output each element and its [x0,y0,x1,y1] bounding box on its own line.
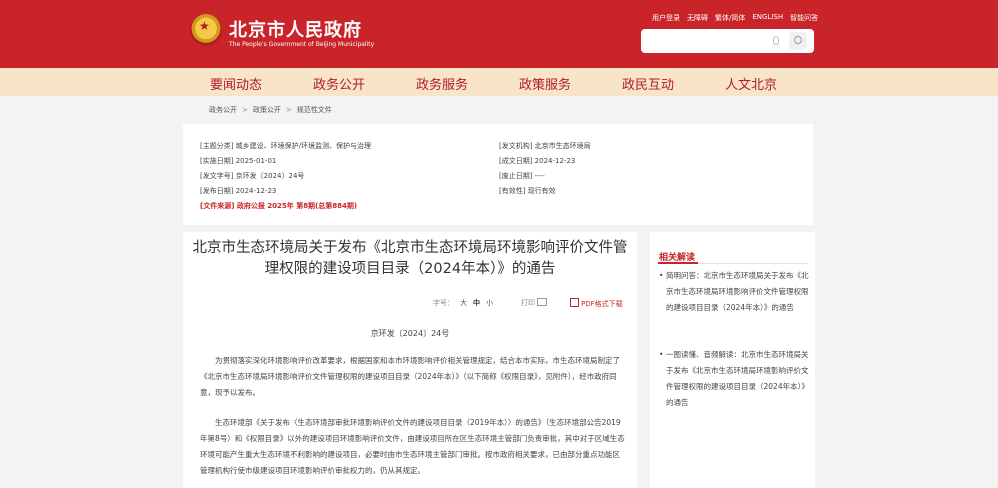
divider [658,262,698,264]
sidebar-item-label: 简明问答：北京市生态环境局关于发布《北京市生态环境局环境影响评价文件管理权限的建… [666,271,809,312]
pdf-download-button[interactable]: PDF格式下载 [570,298,623,309]
meta-issuer: [发文机构] 北京市生态环境局 [499,142,591,150]
login-link[interactable]: 用户登录 [652,13,680,23]
site-subtitle: The People's Government of Beijing Munic… [229,41,375,48]
meta-publish-date: [发布日期] 2024-12-23 [200,187,277,195]
print-icon [537,298,547,306]
meta-validity: [有效性] 现行有效 [499,187,556,195]
english-link[interactable]: ENGLISH [752,13,783,23]
site-header: 北京市人民政府 The People's Government of Beiji… [0,0,998,68]
search-input[interactable] [641,29,814,53]
bullet-icon: • [659,271,664,280]
title-line: 北京市生态环境局关于发布《北京市生态环境局环境影响评价文件管 [192,240,628,256]
breadcrumb-item[interactable]: 政策公开 [253,106,281,114]
breadcrumb: 政务公开 > 政策公开 > 规范性文件 [209,105,332,115]
traditional-simplified-link[interactable]: 繁体/简体 [715,13,745,23]
meta-topic: [主题分类] 城乡建设、环境保护/环境监测、保护与治理 [200,142,372,150]
document-number: 京环发〔2024〕24号 [370,329,450,338]
search-button[interactable] [789,32,807,50]
meta-effective-date: [实施日期] 2025-01-01 [200,157,277,165]
nav-interaction[interactable]: 政民互动 [622,74,674,93]
chevron-right-icon: > [242,106,248,114]
meta-written-date: [成文日期] 2024-12-23 [499,157,576,165]
sidebar-item[interactable]: • 简明问答：北京市生态环境局关于发布《北京市生态环境局环境影响评价文件管理权限的… [659,268,811,316]
sidebar-item-label: 一图读懂、音频解读：北京市生态环境局关于发布《北京市生态环境局环境影响评价文件管… [666,350,809,407]
print-label: 打印 [521,299,535,307]
title-line: 理权限的建设项目目录（2024年本）》的通告 [264,261,556,277]
font-size-label: 字号： [433,299,454,307]
breadcrumb-item[interactable]: 政务公开 [209,106,237,114]
pdf-icon [570,298,579,307]
paragraph: 为贯彻落实深化环境影响评价改革要求，根据国家和本市环境影响评价相关管理规定，结合… [200,356,620,397]
nav-culture[interactable]: 人文北京 [725,74,777,93]
meta-doc-number: [发文字号] 京环发〔2024〕24号 [200,172,305,180]
search-icon [794,36,802,44]
nav-gov-services[interactable]: 政务服务 [416,74,468,93]
main-nav: 要闻动态 政务公开 政务服务 政策服务 政民互动 人文北京 [0,68,998,96]
smart-qa-link[interactable]: 智能问答 [790,13,818,23]
pdf-download-label: PDF格式下载 [581,300,623,308]
nav-gov-affairs[interactable]: 政务公开 [313,74,365,93]
font-size-medium[interactable]: 中 [473,299,480,307]
meta-source[interactable]: [文件来源] 政府公报 2025年 第8期(总第884期) [200,201,357,211]
sidebar-item[interactable]: • 一图读懂、音频解读：北京市生态环境局关于发布《北京市生态环境局环境影响评价文件… [659,347,811,411]
bullet-icon: • [659,350,664,359]
font-size-controls: 字号： 大中小 [433,298,493,308]
font-size-small[interactable]: 小 [486,299,493,307]
print-button[interactable]: 打印 [521,298,547,308]
breadcrumb-item[interactable]: 规范性文件 [297,106,332,114]
site-title[interactable]: 北京市人民政府 [229,16,362,42]
article: 北京市生态环境局关于发布《北京市生态环境局环境影响评价文件管 理权限的建设项目目… [183,232,637,488]
emblem-icon [190,14,222,46]
mic-icon[interactable] [773,36,779,45]
font-size-large[interactable]: 大 [460,299,467,307]
page-title: 北京市生态环境局关于发布《北京市生态环境局环境影响评价文件管 理权限的建设项目目… [183,238,637,280]
nav-news[interactable]: 要闻动态 [210,74,262,93]
document-meta: [主题分类] 城乡建设、环境保护/环境监测、保护与治理 [实施日期] 2025-… [183,124,813,225]
related-sidebar: 相关解读 • 简明问答：北京市生态环境局关于发布《北京市生态环境局环境影响评价文件… [650,232,815,488]
accessibility-link[interactable]: 无障碍 [687,13,708,23]
meta-repeal-date: [废止日期] ---- [499,172,545,180]
top-links: 用户登录 无障碍 繁体/简体 ENGLISH 智能问答 [652,13,818,23]
paragraph: 生态环境部《关于发布〈生态环境部审批环境影响评价文件的建设项目目录（2019年本… [200,418,625,475]
chevron-right-icon: > [285,106,292,114]
nav-policy-services[interactable]: 政策服务 [519,74,571,93]
